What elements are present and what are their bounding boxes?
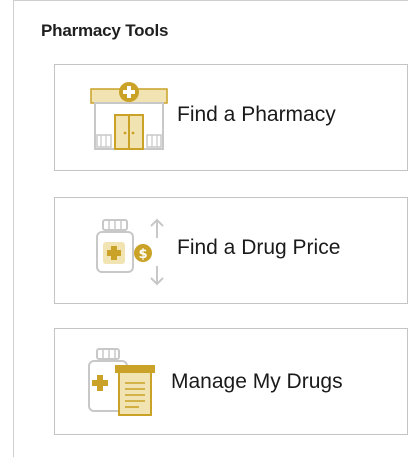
find-pharmacy-label: Find a Pharmacy [177, 103, 336, 126]
manage-drugs-icon [81, 345, 163, 421]
manage-my-drugs-label: Manage My Drugs [171, 370, 343, 393]
find-drug-price-button[interactable]: $ Find a Drug Price [54, 197, 408, 304]
pharmacy-store-icon [89, 81, 171, 153]
find-pharmacy-button[interactable]: Find a Pharmacy [54, 64, 408, 171]
drug-price-icon: $ [89, 212, 169, 290]
pharmacy-tools-panel: Pharmacy Tools Find a Pharmacy $ Find a … [13, 0, 408, 457]
manage-my-drugs-button[interactable]: Manage My Drugs [54, 328, 408, 435]
find-drug-price-label: Find a Drug Price [177, 236, 341, 259]
panel-title: Pharmacy Tools [41, 21, 169, 40]
svg-text:$: $ [138, 247, 147, 262]
